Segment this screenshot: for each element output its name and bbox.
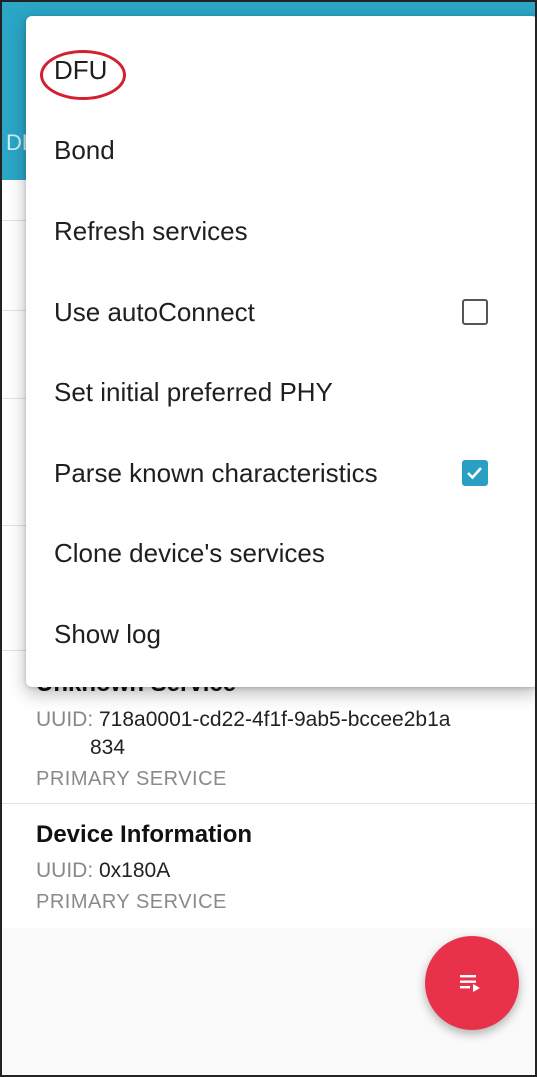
menu-item-bond[interactable]: Bond <box>26 110 535 190</box>
menu-item-clone-services[interactable]: Clone device's services <box>26 513 535 593</box>
service-item-unknown[interactable]: Unknown Service UUID: 718a0001-cd22-4f1f… <box>36 670 527 791</box>
screen: DE Unknown Service UUID: 718a0001-cd22-4… <box>0 0 537 1077</box>
checkmark-icon <box>467 467 482 480</box>
menu-item-refresh-services[interactable]: Refresh services <box>26 191 535 271</box>
menu-item-label: Set initial preferred PHY <box>54 376 333 407</box>
menu-item-label: Use autoConnect <box>54 296 255 327</box>
service-name: Device Information <box>36 821 253 848</box>
service-uuid: UUID: 718a0001-cd22-4f1f-9ab5-bccee2b1a … <box>36 706 527 762</box>
menu-item-set-preferred-phy[interactable]: Set initial preferred PHY <box>26 352 535 432</box>
menu-item-label: Clone device's services <box>54 537 325 568</box>
service-item-device-information[interactable]: Device Information UUID: 0x180A PRIMARY … <box>36 821 527 914</box>
overflow-menu: DFU Bond Refresh services Use autoConnec… <box>26 16 535 687</box>
menu-item-label: Parse known characteristics <box>54 457 378 488</box>
menu-item-label: Refresh services <box>54 215 248 246</box>
list-play-icon <box>460 975 480 992</box>
divider <box>2 803 535 804</box>
menu-item-label: Show log <box>54 618 161 649</box>
autoconnect-checkbox[interactable] <box>462 299 488 325</box>
uuid-value: 0x180A <box>99 859 171 882</box>
service-type: PRIMARY SERVICE <box>36 768 227 790</box>
service-uuid: UUID: 0x180A <box>36 857 527 885</box>
parse-characteristics-checkbox[interactable] <box>462 460 488 486</box>
uuid-value: 718a0001-cd22-4f1f-9ab5-bccee2b1a <box>99 708 451 731</box>
uuid-label: UUID: <box>36 708 99 731</box>
uuid-value-continued: 834 <box>90 736 126 759</box>
menu-item-use-autoconnect[interactable]: Use autoConnect <box>26 272 535 352</box>
menu-item-label: Bond <box>54 134 115 165</box>
show-log-fab[interactable] <box>425 936 519 1030</box>
service-type: PRIMARY SERVICE <box>36 891 227 913</box>
menu-item-show-log[interactable]: Show log <box>26 594 535 674</box>
menu-item-parse-known-characteristics[interactable]: Parse known characteristics <box>26 433 535 513</box>
uuid-label: UUID: <box>36 859 99 882</box>
annotation-highlight-circle <box>40 50 126 100</box>
